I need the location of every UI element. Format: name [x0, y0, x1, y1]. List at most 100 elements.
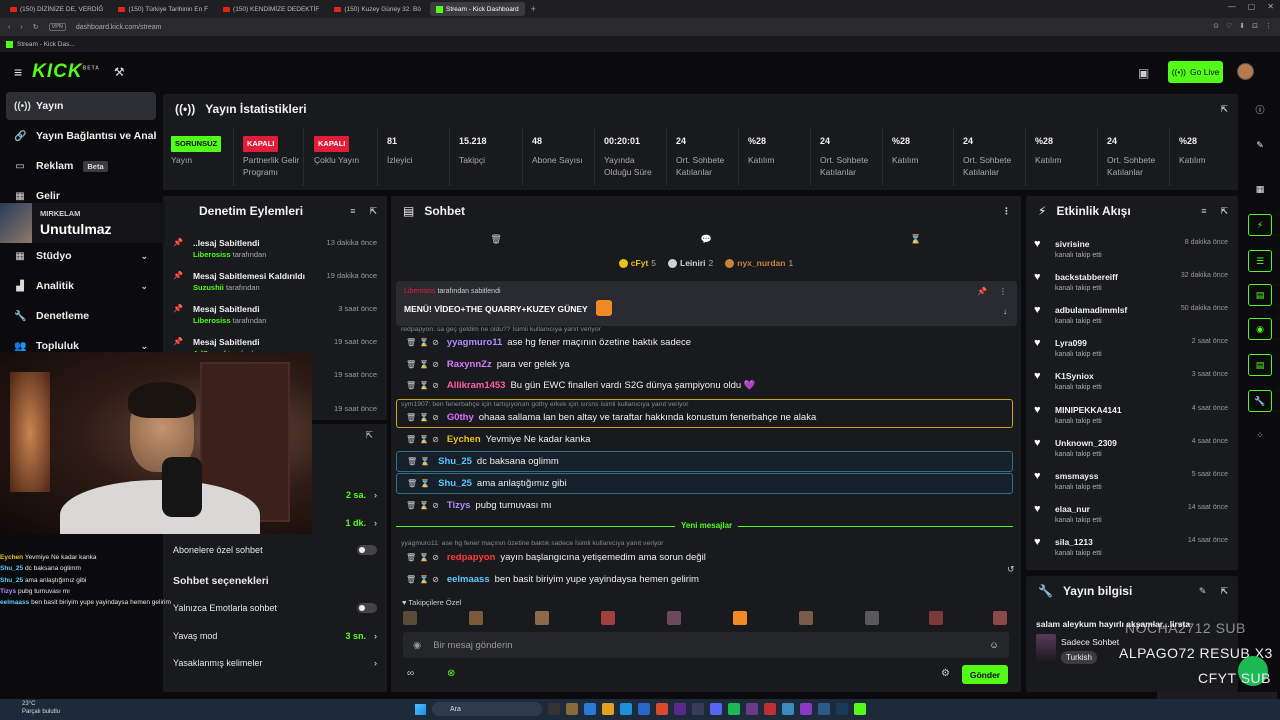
gifter[interactable]: nyx_nurdan 1 — [725, 258, 793, 268]
taskbar-app-icon[interactable] — [638, 703, 650, 715]
chat-message[interactable]: 🗑⌛⊘ yyagmuro11 ase hg fener maçının özetin… — [396, 332, 1013, 353]
taskbar-app-icon[interactable] — [548, 703, 560, 715]
activity-row[interactable]: ♥ backstabbereiff kanalı takip etti 32 daki… — [1026, 267, 1238, 300]
back-icon[interactable]: ‹ — [8, 24, 10, 31]
activity-row[interactable]: ♥ Unknown_2309 kanalı takip etti 4 saat önc… — [1026, 433, 1238, 466]
sub-only-toggle[interactable] — [357, 545, 377, 555]
sidebar-item-studyo[interactable]: ▦ Stüdyo ⌄ — [6, 242, 156, 270]
popout-icon[interactable]: ⇱ — [1220, 206, 1228, 217]
activity-row[interactable]: ♥ Lyra099 kanalı takip etti 2 saat önce — [1026, 333, 1238, 366]
avatar[interactable] — [1237, 63, 1254, 80]
emote[interactable] — [993, 611, 1007, 625]
browser-tab-active[interactable]: Stream - Kick Dashboard — [429, 2, 525, 16]
chat-message[interactable]: 🗑⌛⊘ eelmaass ben basit biriyim yupe yayind… — [396, 569, 1013, 590]
send-button[interactable]: Gönder — [962, 665, 1008, 684]
vpn-badge[interactable]: VPN — [48, 23, 66, 31]
gifter[interactable]: Leiniri 2 — [668, 258, 713, 268]
info-icon[interactable]: ⓘ — [1248, 98, 1272, 120]
edit-icon[interactable]: ✎ — [1248, 134, 1272, 156]
extension-icon[interactable]: ⊙ — [1213, 22, 1219, 30]
browser-tab[interactable]: (150) Türkiye Tarihinin En F — [112, 2, 214, 16]
extension-icon[interactable]: ♡ — [1226, 22, 1232, 30]
menu-icon[interactable]: ⋮ — [1265, 22, 1272, 30]
emoji-icon[interactable]: ☺ — [989, 640, 999, 651]
moderation-row[interactable]: 📌 Mesaj Sabitlendi Liberosiss tarafından 3 … — [163, 298, 387, 331]
sidebar-item-reklam[interactable]: ▭ Reklam Beta — [6, 152, 156, 180]
taskbar-app-icon[interactable] — [746, 703, 758, 715]
taskbar-app-icon[interactable] — [782, 703, 794, 715]
new-tab-icon[interactable]: + — [531, 4, 536, 14]
chat-input[interactable]: ◉ Bir mesaj gönderin ☺ — [403, 632, 1009, 658]
taskbar-app-icon[interactable] — [764, 703, 776, 715]
taskbar-app-icon[interactable] — [602, 703, 614, 715]
browser-tab[interactable]: (150) KENDİMİZE DEDEKTİF — [217, 2, 325, 16]
server-icon[interactable]: ▤ — [1248, 354, 1272, 376]
chat-message[interactable]: 🗑⌛⊘ RaxynnZz para ver gelek ya — [396, 354, 1013, 375]
hamburger-icon[interactable]: ≡ — [14, 64, 22, 80]
reload-icon[interactable]: ↻ — [33, 23, 39, 31]
bolt-icon[interactable]: ⚡ — [1248, 214, 1272, 236]
kick-icon[interactable] — [854, 703, 866, 715]
activity-row[interactable]: ♥ elaa_nur kanalı takip etti 14 saat önce — [1026, 499, 1238, 532]
extension-icon[interactable]: ⬇ — [1239, 22, 1245, 30]
taskbar-app-icon[interactable] — [656, 703, 668, 715]
kick-logo[interactable]: KICKBETA — [32, 61, 100, 83]
infinity-icon[interactable]: ∞ — [407, 668, 414, 679]
taskbar-app-icon[interactable] — [674, 703, 686, 715]
wrench-icon[interactable]: 🔧 — [1248, 390, 1272, 412]
setting-sub-only[interactable]: Abonelere özel sohbet — [173, 543, 377, 557]
sidebar-item-yayin[interactable]: ((•)) Yayın — [6, 92, 156, 120]
popout-icon[interactable]: ⇱ — [1220, 586, 1228, 597]
edit-icon[interactable]: ✎ — [1199, 586, 1207, 597]
trash-icon[interactable]: 🗑 — [490, 234, 501, 245]
activity-row[interactable]: ♥ adbulamadimmlsf kanalı takip etti 50 daki… — [1026, 300, 1238, 333]
setting-banned-words[interactable]: Yasaklanmış kelimeler › — [173, 656, 377, 670]
emote-only-toggle[interactable] — [357, 603, 377, 613]
emote[interactable] — [733, 611, 747, 625]
message-icon[interactable]: 💬 — [700, 234, 711, 245]
chevron-down-icon[interactable]: ↓ — [1003, 307, 1007, 316]
gifter[interactable]: cFyt 5 — [618, 258, 656, 268]
taskbar-search[interactable]: Ara — [432, 702, 542, 716]
go-live-button[interactable]: ((•)) Go Live — [1168, 61, 1223, 83]
tv-icon[interactable]: ▣ — [1138, 66, 1149, 80]
emote[interactable] — [865, 611, 879, 625]
emote[interactable] — [799, 611, 813, 625]
moderation-row[interactable]: 📌 ..lesaj Sabitlendi Liberosiss tarafından… — [163, 232, 387, 265]
chat-message[interactable]: 🗑⌛⊘ Eychen Yevmiye Ne kadar kanka — [396, 429, 1013, 450]
chat-message[interactable]: 🗑⌛⊘ G0thy ohaaa sallama lan ben altay ve t… — [396, 407, 1013, 428]
gear-icon[interactable]: ⚙ — [941, 668, 950, 679]
chat-message[interactable]: 🗑⌛ Shu_25 ama anlaştığımız gibi — [396, 473, 1013, 494]
emote[interactable] — [535, 611, 549, 625]
activity-row[interactable]: ♥ sila_1213 kanalı takip etti 14 saat önce — [1026, 532, 1238, 565]
emote[interactable] — [929, 611, 943, 625]
pin-icon[interactable]: 📌 — [977, 287, 987, 296]
activity-row[interactable]: ♥ smsmayss kanalı takip etti 5 saat önce — [1026, 466, 1238, 499]
browser-tab[interactable]: (150) DİZİNİZE DE, VERDİĞ — [4, 2, 109, 16]
chat-message[interactable]: 🗑⌛ Shu_25 dc baksana oglimm — [396, 451, 1013, 472]
browser-tab[interactable]: (150) Kuzey Güney 32. Bö — [328, 2, 427, 16]
activity-row[interactable]: ♥ K1Syniox kanalı takip etti 3 saat önce — [1026, 366, 1238, 399]
bookmark-item[interactable]: Stream - Kick Das... — [17, 41, 75, 48]
popout-icon[interactable]: ⇱ — [1220, 104, 1228, 115]
taskbar-app-icon[interactable] — [692, 703, 704, 715]
taskbar-app-icon[interactable] — [836, 703, 848, 715]
kick-small-icon[interactable]: ⊗ — [447, 668, 455, 679]
sidebar-item-analitik[interactable]: ▟ Analitik ⌄ — [6, 272, 156, 300]
filter-icon[interactable]: ≡ — [350, 206, 355, 217]
taskbar-app-icon[interactable] — [566, 703, 578, 715]
chat-message[interactable]: 🗑⌛⊘ Allikram1453 Bu gün EWC finalleri vard… — [396, 375, 1013, 396]
setting-emote-only[interactable]: Yalnızca Emotlarla sohbet — [173, 601, 377, 615]
taskbar-app-icon[interactable] — [800, 703, 812, 715]
broadcast-icon[interactable]: ◉ — [1248, 318, 1272, 340]
setting-slow-mode[interactable]: Yavaş mod 3 sn. › — [173, 629, 377, 643]
history-icon[interactable]: ↺ — [1007, 564, 1015, 575]
url-input[interactable]: dashboard.kick.com/stream — [76, 24, 162, 31]
taskbar-app-icon[interactable] — [818, 703, 830, 715]
chat-icon[interactable]: ▤ — [1248, 284, 1272, 306]
extension-icon[interactable]: ⊡ — [1252, 22, 1258, 30]
popout-icon[interactable]: ⇱ — [365, 430, 373, 441]
more-icon[interactable]: ⋮ — [999, 287, 1007, 296]
emote[interactable] — [667, 611, 681, 625]
sidebar-item-stream-key[interactable]: 🔗Yayın Bağlantısı ve Anahtar — [6, 122, 156, 150]
